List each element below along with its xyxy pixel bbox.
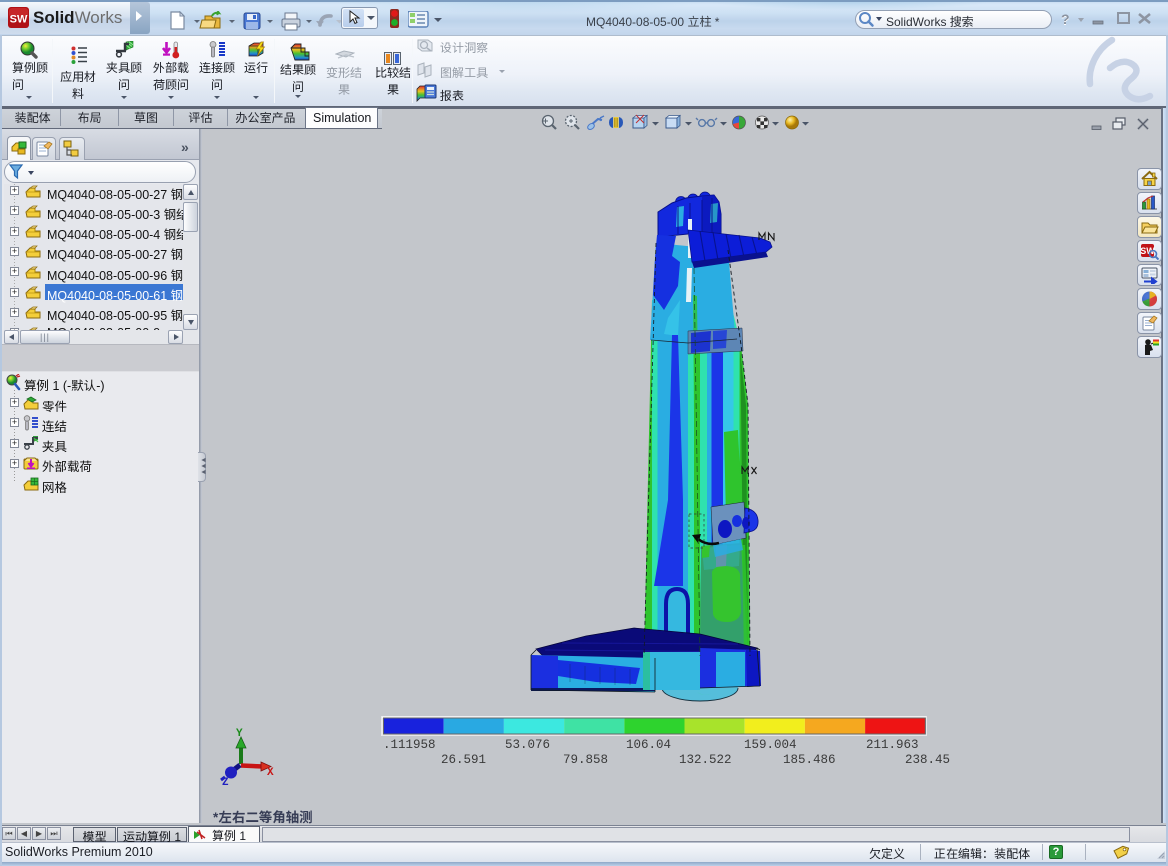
svg-text:132.522: 132.522: [679, 753, 732, 767]
svg-text:Y: Y: [236, 728, 243, 740]
svg-text:X: X: [267, 767, 274, 779]
svg-text:238.45: 238.45: [905, 753, 950, 767]
svg-text:159.004: 159.004: [744, 738, 797, 752]
svg-text:106.04: 106.04: [626, 738, 671, 752]
svg-text:211.963: 211.963: [866, 738, 919, 752]
svg-text:53.076: 53.076: [505, 738, 550, 752]
svg-text:Z: Z: [222, 777, 229, 789]
svg-text:26.591: 26.591: [441, 753, 486, 767]
svg-text:.111958: .111958: [383, 738, 436, 752]
svg-text:185.486: 185.486: [783, 753, 836, 767]
svg-text:79.858: 79.858: [563, 753, 608, 767]
